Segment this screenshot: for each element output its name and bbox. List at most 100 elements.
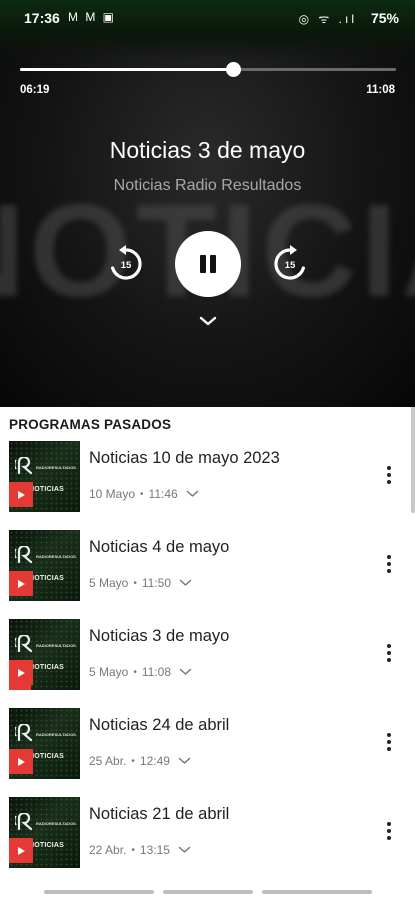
- radio-logo-icon: [15, 813, 33, 831]
- nav-segment-center[interactable]: [163, 890, 253, 894]
- episode-date: 22 Abr.: [89, 843, 127, 857]
- pause-button[interactable]: [175, 231, 241, 297]
- play-badge[interactable]: [9, 749, 33, 774]
- more-options-button[interactable]: [378, 728, 400, 756]
- battery-level: 75%: [370, 10, 399, 26]
- skip-back-15-button[interactable]: 15: [104, 242, 148, 286]
- episode-row[interactable]: RADIORESULTADOS NOTICIAS Noticias 10 de …: [0, 441, 415, 525]
- status-bar: 17:36 M M ▣ ◎ ᯤ .ıl 75%: [0, 0, 415, 36]
- elapsed-time: 06:19: [20, 84, 50, 96]
- episode-duration: 11:08: [141, 665, 172, 679]
- chevron-down-icon: [199, 316, 217, 326]
- more-vert-icon: [387, 466, 391, 470]
- expand-description-button[interactable]: [178, 757, 191, 765]
- thumbnail-word: NOTICIAS: [29, 664, 65, 671]
- skip-forward-label: 15: [285, 260, 296, 271]
- episode-title[interactable]: Noticias 24 de abril: [89, 716, 229, 735]
- meta-separator: •: [133, 577, 137, 589]
- signal-icons: ◎ ᯤ .ıl: [298, 12, 357, 26]
- more-vert-icon: [387, 822, 391, 826]
- play-badge[interactable]: [9, 482, 33, 507]
- episode-date: 25 Abr.: [89, 754, 127, 768]
- thumbnail-word: NOTICIAS: [29, 842, 65, 849]
- play-badge[interactable]: [9, 660, 33, 685]
- thumbnail-word: NOTICIAS: [29, 753, 65, 760]
- episode-row[interactable]: RADIORESULTADOS NOTICIAS Noticias 3 de m…: [0, 619, 415, 703]
- thumbnail-brand: RADIORESULTADOS: [36, 821, 76, 826]
- thumbnail-brand: RADIORESULTADOS: [36, 554, 76, 559]
- play-icon: [18, 668, 25, 677]
- episode-meta: 10 Mayo • 11:46: [89, 487, 199, 501]
- rewind-15-icon: 15: [111, 245, 142, 280]
- past-programs-sheet: PROGRAMAS PASADOS RADIORESULTADOS NOTICI…: [0, 407, 415, 900]
- episode-meta: 5 Mayo • 11:50: [89, 576, 192, 590]
- thumbnail-word: NOTICIAS: [29, 575, 65, 582]
- radio-logo-icon: [15, 724, 33, 742]
- episode-thumbnail[interactable]: RADIORESULTADOS NOTICIAS: [9, 441, 80, 512]
- episode-duration: 13:15: [139, 843, 170, 857]
- forward-15-icon: 15: [274, 245, 305, 280]
- episode-title[interactable]: Noticias 4 de mayo: [89, 538, 229, 557]
- play-badge[interactable]: [9, 571, 33, 596]
- episode-thumbnail[interactable]: RADIORESULTADOS NOTICIAS: [9, 530, 80, 601]
- skip-back-label: 15: [121, 260, 132, 271]
- gesture-bar: [0, 884, 415, 900]
- more-options-button[interactable]: [378, 639, 400, 667]
- episode-row[interactable]: RADIORESULTADOS NOTICIAS Noticias 24 de …: [0, 708, 415, 792]
- seek-bar-thumb[interactable]: [226, 62, 242, 77]
- episode-date: 5 Mayo: [89, 665, 129, 679]
- episode-title[interactable]: Noticias 21 de abril: [89, 805, 229, 824]
- episode-meta: 25 Abr. • 12:49: [89, 754, 191, 768]
- pause-icon: [200, 255, 216, 273]
- chevron-down-icon: [179, 668, 192, 675]
- episode-duration: 12:49: [139, 754, 170, 768]
- episode-thumbnail[interactable]: RADIORESULTADOS NOTICIAS: [9, 708, 80, 779]
- expand-description-button[interactable]: [186, 490, 199, 498]
- expand-description-button[interactable]: [179, 579, 192, 587]
- chevron-down-icon: [186, 490, 198, 497]
- episode-thumbnail[interactable]: RADIORESULTADOS NOTICIAS: [9, 797, 80, 868]
- now-playing-panel: NOTICIAS 17:36 M M ▣ ◎ ᯤ .ıl 75% 06:19 1…: [0, 0, 415, 407]
- total-time: 11:08: [366, 84, 395, 96]
- thumbnail-word: NOTICIAS: [29, 486, 65, 493]
- episode-title[interactable]: Noticias 10 de mayo 2023: [89, 449, 280, 468]
- episode-title[interactable]: Noticias 3 de mayo: [89, 627, 229, 646]
- collapse-player-button[interactable]: [196, 312, 220, 330]
- play-icon: [18, 846, 25, 855]
- more-options-button[interactable]: [378, 550, 400, 578]
- radio-logo-icon: [15, 635, 33, 653]
- episode-thumbnail[interactable]: RADIORESULTADOS NOTICIAS: [9, 619, 80, 690]
- more-vert-icon: [387, 733, 391, 737]
- seek-bar-fill: [20, 68, 234, 71]
- episode-meta: 5 Mayo • 11:08: [89, 665, 192, 679]
- play-icon: [18, 490, 25, 499]
- nav-segment-right: [262, 890, 372, 894]
- episode-row[interactable]: RADIORESULTADOS NOTICIAS Noticias 21 de …: [0, 797, 415, 881]
- notification-icons: M M ▣: [68, 10, 116, 24]
- episode-meta: 22 Abr. • 13:15: [89, 843, 191, 857]
- now-playing-subtitle: Noticias Radio Resultados: [113, 177, 302, 194]
- chevron-down-icon: [179, 579, 192, 586]
- meta-separator: •: [131, 755, 135, 767]
- expand-description-button[interactable]: [178, 846, 191, 854]
- section-heading: PROGRAMAS PASADOS: [9, 417, 172, 432]
- more-options-button[interactable]: [378, 461, 400, 489]
- play-icon: [18, 579, 25, 588]
- seek-bar[interactable]: [20, 62, 396, 77]
- now-playing-title: Noticias 3 de mayo: [109, 137, 306, 163]
- more-vert-icon: [387, 555, 391, 559]
- nav-segment-left: [44, 890, 154, 894]
- chevron-down-icon: [178, 757, 191, 764]
- thumbnail-brand: RADIORESULTADOS: [36, 643, 76, 648]
- meta-separator: •: [133, 666, 137, 678]
- skip-forward-15-button[interactable]: 15: [268, 242, 312, 286]
- episode-row[interactable]: RADIORESULTADOS NOTICIAS Noticias 4 de m…: [0, 530, 415, 614]
- meta-separator: •: [140, 488, 144, 500]
- chevron-down-icon: [178, 846, 191, 853]
- episode-duration: 11:46: [148, 487, 178, 501]
- status-time: 17:36: [24, 10, 60, 26]
- more-vert-icon: [387, 644, 391, 648]
- more-options-button[interactable]: [378, 817, 400, 845]
- expand-description-button[interactable]: [179, 668, 192, 676]
- play-badge[interactable]: [9, 838, 33, 863]
